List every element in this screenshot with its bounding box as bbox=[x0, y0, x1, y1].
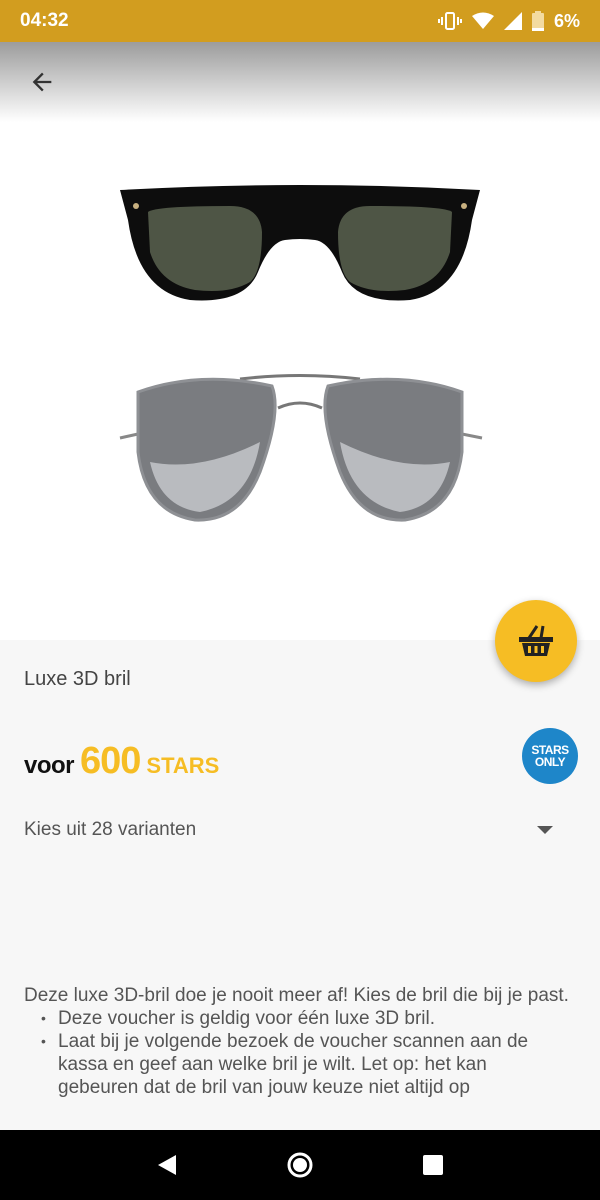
battery-icon bbox=[531, 11, 544, 31]
product-hero bbox=[0, 42, 600, 640]
list-item: Laat bij je volgende bezoek de voucher s… bbox=[24, 1030, 572, 1099]
nav-home-button[interactable] bbox=[275, 1140, 325, 1190]
add-to-cart-button[interactable] bbox=[495, 600, 577, 682]
product-description: Deze luxe 3D-bril doe je nooit meer af! … bbox=[24, 984, 572, 1099]
back-triangle-icon bbox=[157, 1155, 176, 1175]
price-unit: STARS bbox=[146, 753, 220, 778]
stars-only-badge: STARS ONLY bbox=[522, 728, 578, 784]
description-intro: Deze luxe 3D-bril doe je nooit meer af! … bbox=[24, 985, 569, 1006]
variant-dropdown[interactable]: Kies uit 28 varianten bbox=[24, 806, 554, 854]
status-bar: 04:32 6% bbox=[0, 0, 600, 42]
basket-icon bbox=[519, 625, 553, 656]
battery-percentage: 6% bbox=[553, 10, 580, 31]
description-list: Deze voucher is geldig voor één luxe 3D … bbox=[24, 1007, 572, 1099]
arrow-left-icon bbox=[32, 72, 52, 92]
system-nav-bar bbox=[0, 1130, 600, 1200]
dropdown-caret-icon bbox=[537, 826, 553, 834]
price-prefix: voor bbox=[24, 752, 75, 779]
variant-label: Kies uit 28 varianten bbox=[24, 819, 197, 840]
status-icons: 6% bbox=[437, 10, 580, 32]
aviator-glasses bbox=[119, 374, 483, 522]
wayfarer-glasses bbox=[120, 185, 480, 301]
vibrate-icon bbox=[437, 11, 462, 31]
product-title: Luxe 3D bril bbox=[24, 668, 131, 690]
wifi-icon bbox=[471, 12, 494, 30]
price: voor 600 STARS bbox=[24, 740, 219, 783]
recents-square-icon bbox=[423, 1155, 444, 1175]
signal-icon bbox=[503, 12, 522, 30]
price-amount: 600 bbox=[80, 740, 141, 782]
list-item: Deze voucher is geldig voor één luxe 3D … bbox=[24, 1007, 572, 1030]
sunglasses-image bbox=[119, 185, 483, 522]
nav-recents-button[interactable] bbox=[408, 1140, 458, 1190]
home-circle-icon bbox=[287, 1152, 313, 1178]
hero-gradient bbox=[0, 42, 600, 122]
status-time: 04:32 bbox=[20, 10, 69, 31]
nav-back-button[interactable] bbox=[142, 1140, 192, 1190]
back-button[interactable] bbox=[20, 64, 64, 100]
badge-line2: ONLY bbox=[534, 755, 566, 769]
